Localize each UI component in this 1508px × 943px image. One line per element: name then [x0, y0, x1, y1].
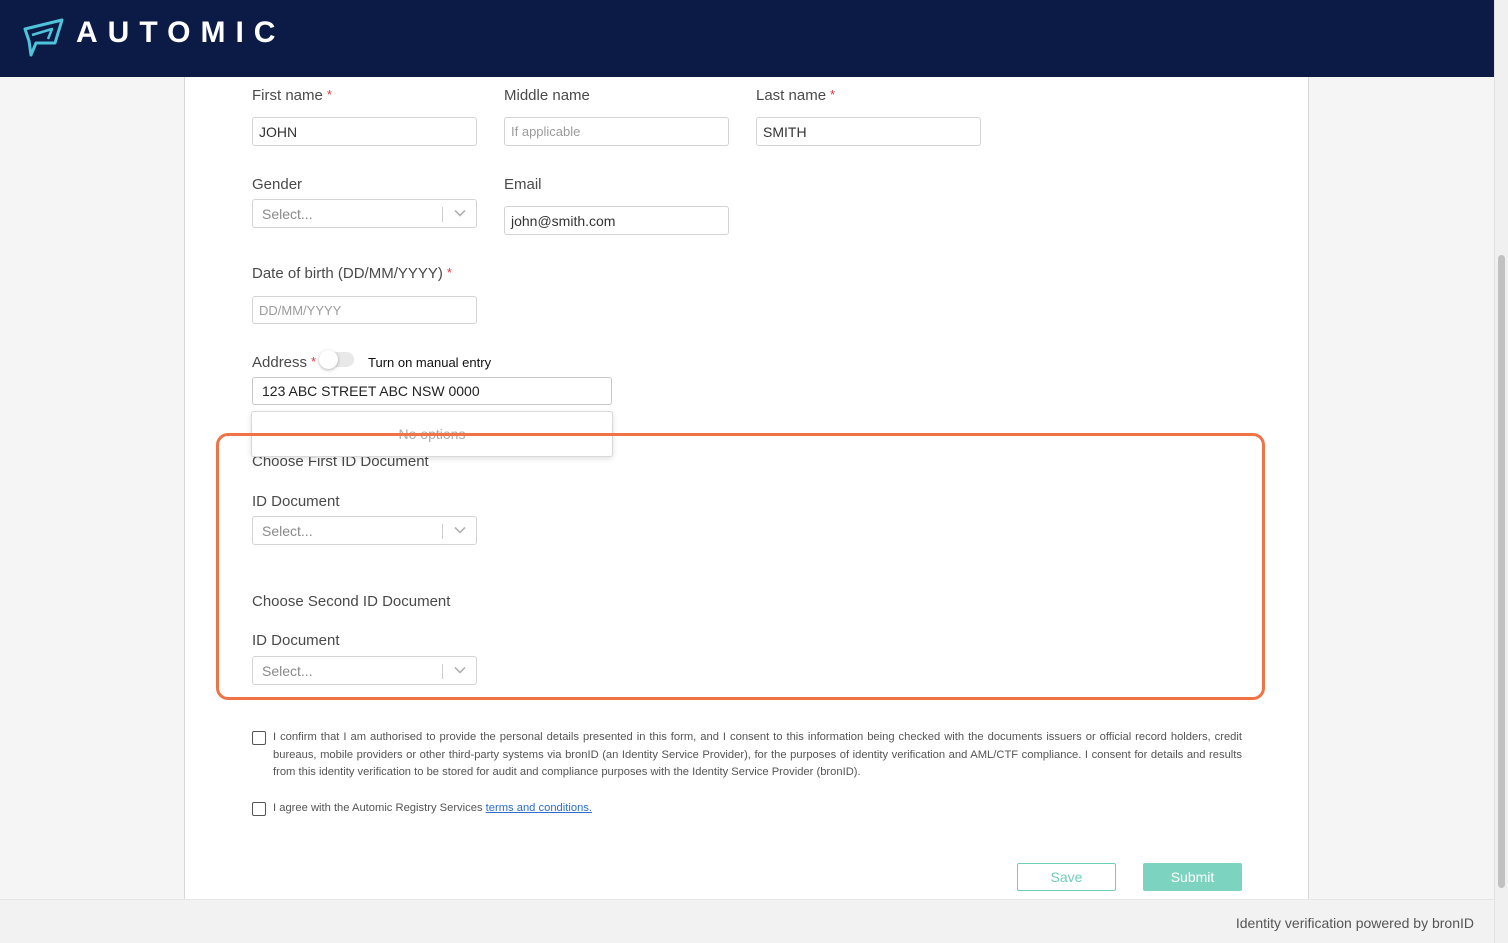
gender-label: Gender — [252, 176, 303, 193]
no-options-message: No options — [398, 426, 466, 442]
page-footer: Identity verification powered by bronID — [0, 899, 1494, 943]
terms-checkbox[interactable] — [252, 802, 266, 816]
select-separator — [442, 207, 443, 222]
second-id-heading: Choose Second ID Document — [252, 593, 451, 610]
manual-entry-toggle[interactable] — [319, 350, 354, 369]
first-id-label: ID Document — [252, 493, 340, 510]
email-input[interactable]: john@smith.com — [504, 206, 729, 235]
chevron-down-icon — [454, 666, 466, 674]
dob-input[interactable]: DD/MM/YYYY — [252, 296, 477, 324]
address-suggestions-dropdown: No options — [251, 411, 613, 457]
footer-powered-by: Identity verification powered by bronID — [1235, 915, 1474, 931]
vertical-scrollbar[interactable] — [1494, 0, 1508, 943]
first-id-select-value: Select... — [262, 523, 313, 539]
select-separator — [442, 524, 443, 539]
chevron-down-icon — [454, 209, 466, 217]
second-id-label: ID Document — [252, 632, 340, 649]
terms-link[interactable]: terms and conditions. — [486, 802, 592, 814]
toggle-knob — [319, 350, 338, 369]
email-label: Email — [504, 176, 542, 193]
first-name-input[interactable]: JOHN — [252, 117, 477, 146]
brand-name: AUTOMIC — [76, 16, 286, 49]
address-label: Address * — [252, 354, 317, 371]
chevron-down-icon — [454, 526, 466, 534]
first-name-label: First name * — [252, 87, 332, 104]
first-id-select[interactable]: Select... — [252, 516, 477, 545]
second-id-select[interactable]: Select... — [252, 656, 477, 685]
gender-select[interactable]: Select... — [252, 199, 477, 228]
select-separator — [442, 664, 443, 679]
submit-button[interactable]: Submit — [1143, 863, 1242, 891]
manual-entry-label: Turn on manual entry — [368, 355, 492, 370]
top-header: AUTOMIC — [0, 0, 1494, 77]
consent-text: I confirm that I am authorised to provid… — [273, 731, 1242, 779]
scrollbar-thumb[interactable] — [1498, 255, 1505, 888]
dob-label: Date of birth (DD/MM/YYYY) * — [252, 265, 452, 282]
address-input[interactable]: 123 ABC STREET ABC NSW 0000 — [252, 377, 612, 405]
gender-select-value: Select... — [262, 206, 313, 222]
save-button[interactable]: Save — [1017, 863, 1116, 891]
middle-name-input[interactable]: If applicable — [504, 117, 729, 146]
second-id-select-value: Select... — [262, 663, 313, 679]
last-name-label: Last name * — [756, 87, 836, 104]
middle-name-label: Middle name — [504, 87, 590, 104]
last-name-input[interactable]: SMITH — [756, 117, 981, 146]
consent-checkbox[interactable] — [252, 731, 266, 745]
terms-text: I agree with the Automic Registry Servic… — [273, 802, 592, 814]
automic-logo-icon[interactable] — [22, 17, 66, 59]
